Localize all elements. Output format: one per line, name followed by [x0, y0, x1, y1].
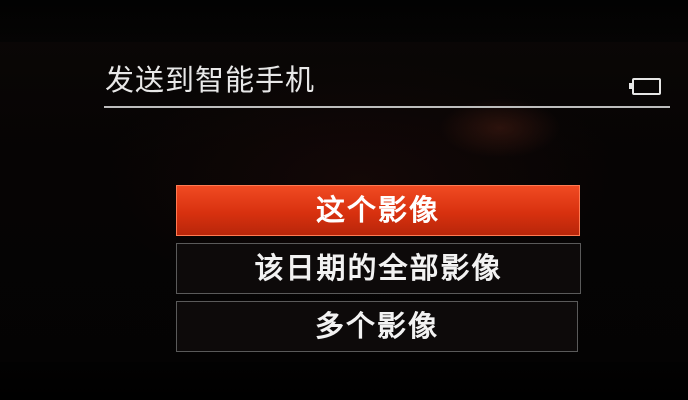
page-title: 发送到智能手机 [105, 63, 316, 97]
menu-item-all-images-on-date[interactable]: 该日期的全部影像 [176, 243, 581, 294]
battery-icon [629, 78, 661, 95]
bezel-top [0, 0, 688, 42]
title-divider [104, 106, 670, 108]
send-options-menu: 这个影像 该日期的全部影像 多个影像 [176, 185, 584, 359]
bezel-bottom [0, 362, 688, 400]
menu-item-multiple-images[interactable]: 多个影像 [176, 301, 578, 352]
menu-item-this-image[interactable]: 这个影像 [176, 185, 580, 236]
battery-body [632, 78, 661, 95]
camera-screen: 发送到智能手机 这个影像 该日期的全部影像 多个影像 [0, 0, 688, 400]
